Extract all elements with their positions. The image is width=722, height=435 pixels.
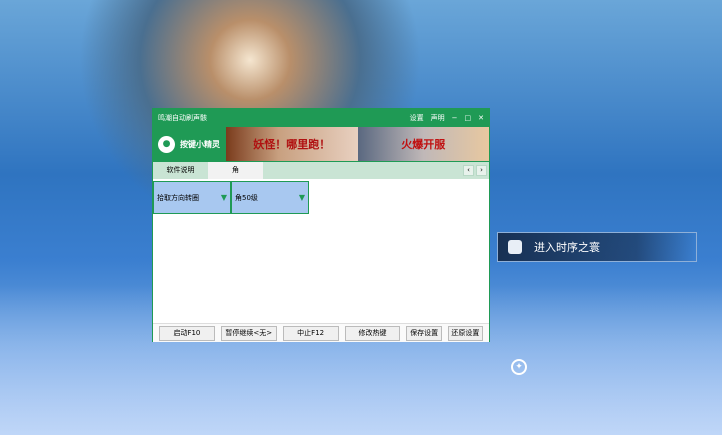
- pickup-mode-dropdown[interactable]: 拾取方向转圈 ▼: [153, 181, 231, 214]
- tab-prev-button[interactable]: ‹: [463, 165, 474, 176]
- settings-link[interactable]: 设置: [410, 113, 424, 123]
- banner-right[interactable]: 火爆开服: [357, 127, 489, 161]
- close-button[interactable]: ✕: [478, 114, 484, 122]
- dropdown-value: 角50级: [235, 193, 258, 202]
- sparkle-icon: ✦: [511, 359, 527, 375]
- ad-banner[interactable]: 妖怪！哪里跑！ 火爆开服: [226, 127, 489, 161]
- save-settings-button[interactable]: 保存设置: [406, 325, 442, 341]
- change-hotkey-button[interactable]: 修改热键: [344, 325, 401, 341]
- tab-character[interactable]: 角: [208, 162, 263, 179]
- hexagon-icon: [508, 240, 522, 254]
- dropdown-value: 拾取方向转圈: [157, 193, 199, 202]
- triangle-down-icon: ▼: [220, 193, 227, 202]
- triangle-down-icon: ▼: [298, 193, 305, 202]
- banner-left[interactable]: 妖怪！哪里跑！: [226, 127, 358, 161]
- button-bar: 启动F10 暂停继续<无> 中止F12 修改热键 保存设置 还原设置: [153, 323, 489, 342]
- about-link[interactable]: 声明: [431, 113, 445, 123]
- prompt-text: 进入时序之寰: [534, 241, 600, 254]
- app-window: 鸣潮自动刷声骸 设置 声明 − □ ✕ ● 按键小精灵 妖怪！哪里跑！ 火爆开服 …: [152, 108, 490, 342]
- window-title: 鸣潮自动刷声骸: [158, 113, 207, 122]
- stop-button[interactable]: 中止F12: [282, 325, 339, 341]
- logo-text: 按键小精灵: [180, 139, 220, 149]
- tab-content: 拾取方向转圈 ▼ 角50级 ▼: [153, 179, 489, 323]
- pause-resume-button[interactable]: 暂停继续<无>: [220, 325, 277, 341]
- start-button[interactable]: 启动F10: [159, 325, 215, 341]
- logo-icon: ●: [158, 135, 175, 153]
- restore-settings-button[interactable]: 还原设置: [447, 325, 484, 341]
- header: ● 按键小精灵 妖怪！哪里跑！ 火爆开服: [153, 126, 489, 162]
- tab-next-button[interactable]: ›: [476, 165, 487, 176]
- title-bar: 鸣潮自动刷声骸 设置 声明 − □ ✕: [153, 109, 489, 126]
- tab-software-info[interactable]: 软件说明: [153, 162, 208, 179]
- interact-prompt[interactable]: 进入时序之寰: [497, 232, 697, 262]
- tab-bar: 软件说明 角 ‹ ›: [153, 162, 489, 179]
- character-level-dropdown[interactable]: 角50级 ▼: [231, 181, 309, 214]
- logo: ● 按键小精灵: [153, 126, 226, 162]
- maximize-button[interactable]: □: [465, 114, 472, 122]
- minimize-button[interactable]: −: [452, 114, 458, 122]
